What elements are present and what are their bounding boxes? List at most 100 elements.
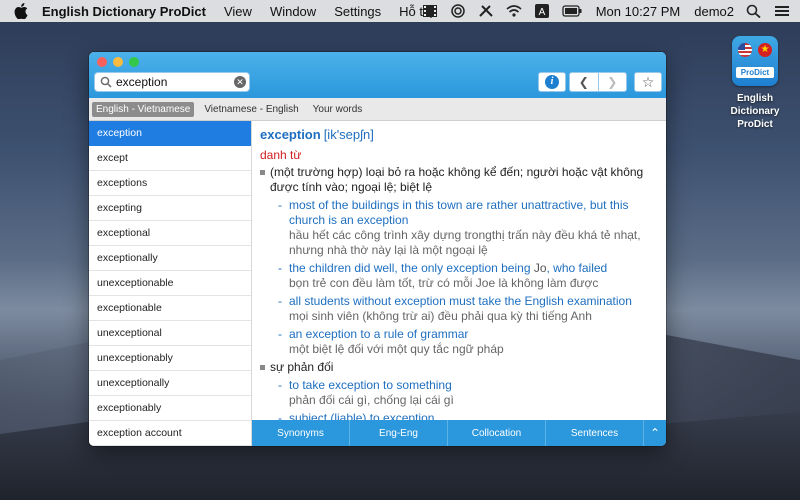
- vietnam-flag-icon: ★: [758, 43, 772, 57]
- info-button[interactable]: i: [538, 72, 566, 92]
- word-list-item[interactable]: excepting: [89, 196, 251, 221]
- eng-eng-button[interactable]: Eng-Eng: [350, 420, 448, 446]
- dash-marker: -: [278, 261, 282, 275]
- example-vi: một biệt lệ đối với một quy tắc ngữ pháp: [289, 342, 504, 356]
- menu-settings[interactable]: Settings: [334, 4, 381, 19]
- dictionary-window: ✕ i ❮ ❯ ☆ English - Vietnamese Vietnames…: [89, 52, 666, 446]
- example-en-part: the children did well, the only exceptio…: [289, 261, 534, 275]
- info-icon: i: [545, 75, 559, 89]
- word-list-item[interactable]: unexceptionally: [89, 371, 251, 396]
- clear-search-icon[interactable]: ✕: [234, 76, 246, 88]
- word-list: exception except exceptions excepting ex…: [89, 121, 252, 446]
- forward-button[interactable]: ❯: [597, 73, 627, 91]
- word-list-item[interactable]: exception account: [89, 421, 251, 446]
- zoom-window-button[interactable]: [129, 57, 139, 67]
- word-list-item[interactable]: except: [89, 146, 251, 171]
- dash-marker: -: [278, 198, 282, 212]
- word-list-item[interactable]: unexceptional: [89, 321, 251, 346]
- user-name[interactable]: demo2: [694, 4, 734, 19]
- collocation-button[interactable]: Collocation: [448, 420, 546, 446]
- tab-your-words[interactable]: Your words: [309, 102, 367, 117]
- dash-marker: -: [278, 411, 282, 420]
- example: - most of the buildings in this town are …: [278, 198, 658, 258]
- example-en: an exception to a rule of grammar: [289, 327, 469, 341]
- chevron-up-icon: ⌃: [649, 426, 661, 440]
- search-box: ✕: [94, 72, 250, 92]
- film-icon[interactable]: [422, 4, 438, 18]
- sense: sự phản đối: [260, 360, 658, 375]
- example: - to take exception to something phản đối…: [278, 378, 658, 408]
- back-button[interactable]: ❮: [570, 73, 598, 91]
- synonyms-button[interactable]: Synonyms: [252, 420, 350, 446]
- part-of-speech: danh từ: [260, 148, 302, 162]
- word-list-item[interactable]: exceptionally: [89, 246, 251, 271]
- search-icon[interactable]: [746, 4, 762, 18]
- pronunciation: [ik'sepʃn]: [323, 127, 374, 142]
- word-list-item[interactable]: exceptions: [89, 171, 251, 196]
- desktop-app-icon[interactable]: ★ ProDict English Dictionary ProDict: [712, 36, 798, 131]
- menu-app-name[interactable]: English Dictionary ProDict: [42, 4, 206, 19]
- bottom-tab-bar: Synonyms Eng-Eng Collocation Sentences ⌃: [252, 420, 666, 446]
- desktop-icon-title-line2: ProDict: [737, 119, 773, 130]
- desktop-icon-title: English Dictionary ProDict: [712, 92, 798, 131]
- dictionary-tabs: English - Vietnamese Vietnamese - Englis…: [89, 98, 666, 121]
- bullet-square-icon: [260, 365, 265, 370]
- app-icon-label: ProDict: [736, 67, 774, 78]
- swirl-icon[interactable]: [450, 4, 466, 18]
- word-list-item[interactable]: exceptionable: [89, 296, 251, 321]
- word-list-item[interactable]: exceptional: [89, 221, 251, 246]
- definition-pane: exception [ik'sepʃn] danh từ (một trường …: [252, 121, 666, 420]
- sense-text: sự phản đối: [270, 360, 334, 374]
- tools-icon[interactable]: [478, 4, 494, 18]
- dash-marker: -: [278, 378, 282, 392]
- wifi-icon[interactable]: [506, 4, 522, 18]
- close-window-button[interactable]: [97, 57, 107, 67]
- example-en: to take exception to something: [289, 378, 452, 392]
- sense: (một trường hợp) loại bỏ ra hoặc không k…: [260, 165, 658, 195]
- example-en-part: , who failed: [546, 261, 608, 275]
- window-controls: [97, 57, 145, 67]
- example-en: all students without exception must take…: [289, 294, 632, 308]
- example-en: the children did well, the only exceptio…: [289, 261, 607, 276]
- menu-view[interactable]: View: [224, 4, 252, 19]
- menu-bar: English Dictionary ProDict View Window S…: [0, 0, 800, 22]
- apple-icon[interactable]: [14, 3, 28, 19]
- sentences-button[interactable]: Sentences: [546, 420, 644, 446]
- word-list-item[interactable]: unexceptionably: [89, 346, 251, 371]
- example-vi: phản đối cái gì, chống lại cái gì: [289, 393, 454, 407]
- prodict-app-icon: ★ ProDict: [732, 36, 778, 86]
- example: - subject (liable) to exception: [278, 411, 658, 420]
- word-list-item[interactable]: unexceptionable: [89, 271, 251, 296]
- entry-header: exception [ik'sepʃn]: [260, 127, 658, 142]
- dash-marker: -: [278, 294, 282, 308]
- window-toolbar: ✕ i ❮ ❯ ☆: [89, 52, 666, 98]
- sense-text: (một trường hợp) loại bỏ ra hoặc không k…: [270, 165, 644, 194]
- clock[interactable]: Mon 10:27 PM: [596, 4, 681, 19]
- tab-vietnamese-english[interactable]: Vietnamese - English: [200, 102, 302, 117]
- search-icon: [100, 76, 112, 88]
- example-en-name: Jo: [533, 261, 547, 275]
- star-icon: ☆: [641, 73, 655, 90]
- word-list-item[interactable]: exception: [89, 121, 251, 146]
- menu-window[interactable]: Window: [270, 4, 316, 19]
- expand-up-button[interactable]: ⌃: [644, 420, 666, 446]
- desktop-icon-title-line1: English Dictionary: [730, 93, 780, 117]
- example: - all students without exception must tak…: [278, 294, 658, 324]
- battery-icon[interactable]: [562, 4, 582, 18]
- search-input[interactable]: [116, 75, 226, 89]
- headword: exception: [260, 127, 321, 142]
- example-vi: bọn trẻ con đều làm tốt, trừ có mỗi Joe …: [289, 276, 599, 290]
- tab-english-vietnamese[interactable]: English - Vietnamese: [92, 101, 195, 117]
- favorite-button[interactable]: ☆: [634, 72, 662, 92]
- word-list-item[interactable]: exceptionably: [89, 396, 251, 421]
- history-nav: ❮ ❯: [569, 72, 627, 92]
- input-source-icon[interactable]: A: [534, 4, 550, 18]
- example-vi: hầu hết các công trình xây dựng trongthị…: [289, 228, 641, 257]
- example: - an exception to a rule of grammar một b…: [278, 327, 658, 357]
- main-content: exception except exceptions excepting ex…: [89, 121, 666, 446]
- control-center-icon[interactable]: [774, 4, 790, 18]
- example-en: most of the buildings in this town are r…: [289, 198, 629, 227]
- bullet-square-icon: [260, 170, 265, 175]
- svg-text:A: A: [538, 7, 545, 18]
- minimize-window-button[interactable]: [113, 57, 123, 67]
